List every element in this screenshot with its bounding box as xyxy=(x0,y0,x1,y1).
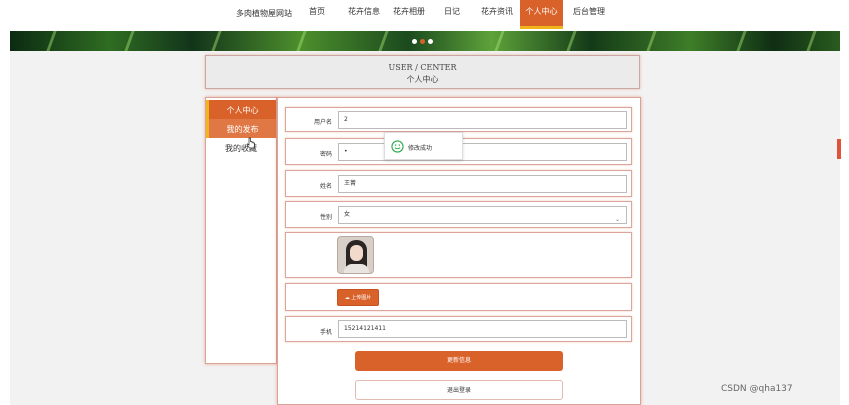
nav-item-user-center[interactable]: 个人中心 xyxy=(520,0,563,29)
form-row-name: 姓名 王菁 xyxy=(285,170,632,197)
nav-item-flower-info[interactable]: 花卉信息 xyxy=(348,6,380,17)
logout-button[interactable]: 退出登录 xyxy=(355,380,563,400)
form-row-phone: 手机 15214121411 xyxy=(285,316,632,342)
toast-message: 修改成功 xyxy=(408,145,433,152)
cloud-upload-icon: ☁ xyxy=(344,295,350,301)
nav-item-admin[interactable]: 后台管理 xyxy=(573,6,605,17)
page-title-en: USER / CENTER xyxy=(388,63,457,72)
upload-image-button[interactable]: ☁ 上传图片 xyxy=(337,289,379,306)
nav-item-diary[interactable]: 日记 xyxy=(444,6,460,17)
form-row-gender: 性别 女 ⌄ xyxy=(285,201,632,228)
update-info-button[interactable]: 更新信息 xyxy=(355,351,563,371)
upload-button-label: 上传图片 xyxy=(351,295,372,301)
name-label: 姓名 xyxy=(319,183,332,190)
nav-item-flower-news[interactable]: 花卉资讯 xyxy=(481,6,513,17)
banner-carousel xyxy=(10,31,840,51)
password-label: 密码 xyxy=(319,151,332,158)
gender-label: 性别 xyxy=(319,214,332,221)
username-input[interactable]: 2 xyxy=(338,111,627,129)
top-navigation: 多肉植物屋网站 首页 花卉信息 花卉相册 日记 花卉资讯 个人中心 后台管理 xyxy=(0,0,849,30)
carousel-dot-active[interactable] xyxy=(420,39,425,44)
user-center-sidebar: 个人中心 我的发布 我的收藏 xyxy=(205,97,277,364)
sidebar-item-my-favorites[interactable]: 我的收藏 xyxy=(206,138,276,157)
form-row-username: 用户名 2 xyxy=(285,107,632,132)
right-edge-tab[interactable] xyxy=(837,139,841,159)
smile-icon xyxy=(391,140,404,153)
phone-label: 手机 xyxy=(319,329,332,336)
sidebar-item-user-center[interactable]: 个人中心 xyxy=(206,100,276,119)
gender-selected-value: 女 xyxy=(344,211,351,218)
chevron-down-icon: ⌄ xyxy=(614,216,620,223)
mouse-cursor-icon xyxy=(246,137,255,149)
password-input[interactable]: • xyxy=(338,143,627,161)
watermark: CSDN @qha137 xyxy=(721,384,793,394)
nav-item-home[interactable]: 首页 xyxy=(309,6,325,17)
success-toast: 修改成功 xyxy=(384,132,463,160)
name-input[interactable]: 王菁 xyxy=(338,175,627,193)
carousel-dot[interactable] xyxy=(428,39,433,44)
sidebar-item-my-posts[interactable]: 我的发布 xyxy=(206,119,276,138)
carousel-dot[interactable] xyxy=(412,39,417,44)
page-title-cn: 个人中心 xyxy=(406,75,439,84)
page-title-box: USER / CENTER 个人中心 xyxy=(205,55,640,89)
username-label: 用户名 xyxy=(313,119,332,126)
site-name[interactable]: 多肉植物屋网站 xyxy=(236,8,292,19)
phone-input[interactable]: 15214121411 xyxy=(338,320,627,338)
gender-select[interactable]: 女 ⌄ xyxy=(338,206,627,224)
nav-item-flower-album[interactable]: 花卉相册 xyxy=(393,6,425,17)
avatar-image xyxy=(337,236,374,274)
